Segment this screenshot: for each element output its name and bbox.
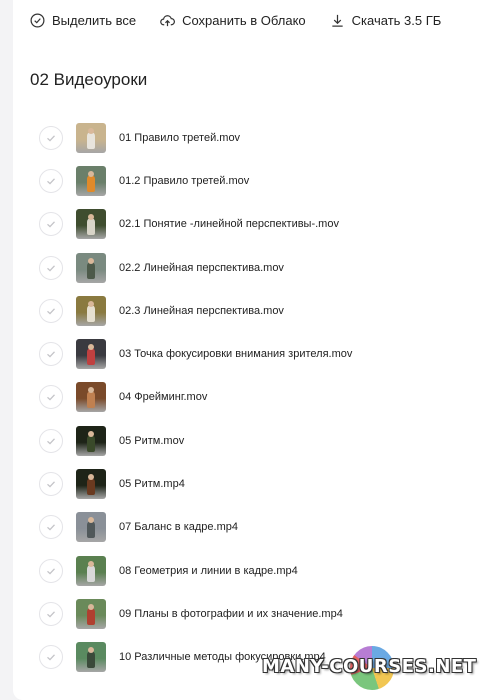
video-thumbnail	[76, 598, 106, 629]
checkmark-icon	[47, 438, 55, 445]
select-checkbox[interactable]	[39, 342, 63, 367]
download-icon	[332, 14, 343, 27]
check-circle-icon	[30, 13, 45, 27]
file-row[interactable]: 01.2 Правило третей.mov	[39, 159, 479, 202]
file-row[interactable]: 02.2 Линейная перспектива.mov	[39, 246, 479, 289]
checkmark-icon	[47, 481, 55, 488]
download-label: Скачать 3.5 ГБ	[351, 12, 442, 28]
save-to-cloud-button[interactable]: Сохранить в Облако	[160, 13, 306, 28]
download-button[interactable]: Скачать 3.5 ГБ	[330, 12, 442, 28]
checkmark-icon	[47, 567, 55, 575]
file-row[interactable]: 02.3 Линейная перспектива.mov	[39, 289, 479, 332]
select-checkbox[interactable]	[39, 472, 63, 497]
select-checkbox[interactable]	[39, 125, 63, 150]
file-name: 02.2 Линейная перспектива.mov	[119, 261, 284, 274]
file-row[interactable]: 01 Правило третей.mov	[39, 116, 479, 159]
video-thumbnail	[76, 512, 106, 543]
file-name: 09 Планы в фотографии и их значение.mp4	[119, 607, 343, 620]
checkmark-icon	[47, 308, 55, 315]
file-name: 07 Баланс в кадре.mp4	[119, 521, 238, 534]
file-name: 05 Ритм.mov	[119, 434, 185, 447]
select-checkbox[interactable]	[39, 212, 63, 237]
file-name: 02.3 Линейная перспектива.mov	[119, 304, 284, 317]
video-thumbnail	[76, 382, 106, 413]
select-checkbox[interactable]	[39, 601, 63, 626]
select-checkbox[interactable]	[39, 385, 63, 410]
checkmark-icon	[47, 394, 55, 401]
checkmark-icon	[47, 654, 55, 661]
file-name: 01.2 Правило третей.mov	[119, 174, 250, 187]
cloud-upload-icon	[160, 14, 176, 26]
file-row[interactable]: 04 Фрейминг.mov	[39, 376, 479, 419]
file-list: 01 Правило третей.mov 01.2 Правило третей…	[39, 116, 479, 679]
checkmark-icon	[47, 264, 55, 272]
checkmark-icon	[47, 611, 55, 618]
video-thumbnail	[76, 642, 106, 673]
select-checkbox[interactable]	[39, 515, 63, 540]
video-thumbnail	[76, 122, 106, 153]
video-thumbnail	[76, 252, 106, 283]
checkmark-icon	[47, 134, 55, 142]
file-row[interactable]: 02.1 Понятие -линейной перспективы-.mov	[39, 203, 479, 246]
file-name: 01 Правило третей.mov	[119, 131, 241, 144]
select-checkbox[interactable]	[39, 255, 63, 280]
video-thumbnail	[76, 165, 106, 196]
file-panel: Выделить все Сохранить в Облако Скачать …	[13, 0, 486, 700]
file-row[interactable]: 05 Ритм.mp4	[39, 462, 479, 505]
select-checkbox[interactable]	[39, 428, 63, 453]
file-name: 02.1 Понятие -линейной перспективы-.mov	[119, 218, 339, 231]
file-row[interactable]: 05 Ритм.mov	[39, 419, 479, 462]
video-thumbnail	[76, 209, 106, 240]
file-row[interactable]: 07 Баланс в кадре.mp4	[39, 506, 479, 549]
checkmark-icon	[47, 524, 55, 531]
video-thumbnail	[76, 339, 106, 370]
select-checkbox[interactable]	[39, 645, 63, 670]
select-all-label: Выделить все	[52, 12, 137, 28]
video-thumbnail	[76, 469, 106, 500]
video-thumbnail	[76, 425, 106, 456]
checkmark-icon	[47, 178, 55, 185]
file-row[interactable]: 09 Планы в фотографии и их значение.mp4	[39, 592, 479, 635]
file-name: 04 Фрейминг.mov	[119, 391, 208, 404]
select-checkbox[interactable]	[39, 168, 63, 193]
toolbar: Выделить все Сохранить в Облако Скачать …	[30, 10, 465, 30]
checkmark-icon	[47, 351, 55, 358]
video-thumbnail	[76, 555, 106, 586]
select-all-button[interactable]: Выделить все	[30, 13, 136, 28]
select-checkbox[interactable]	[39, 558, 63, 583]
file-row[interactable]: 03 Точка фокусировки внимания зрителя.mo…	[39, 332, 479, 375]
select-checkbox[interactable]	[39, 298, 63, 323]
watermark-text: MANY-COURSES.NET	[262, 656, 477, 677]
video-thumbnail	[76, 295, 106, 326]
file-row[interactable]: 08 Геометрия и линии в кадре.mp4	[39, 549, 479, 592]
checkmark-icon	[47, 221, 55, 228]
file-name: 08 Геометрия и линии в кадре.mp4	[119, 564, 298, 577]
file-name: 05 Ритм.mp4	[119, 478, 185, 491]
save-to-cloud-label: Сохранить в Облако	[182, 12, 306, 28]
folder-title: 02 Видеоуроки	[30, 70, 148, 89]
file-name: 03 Точка фокусировки внимания зрителя.mo…	[119, 348, 353, 361]
